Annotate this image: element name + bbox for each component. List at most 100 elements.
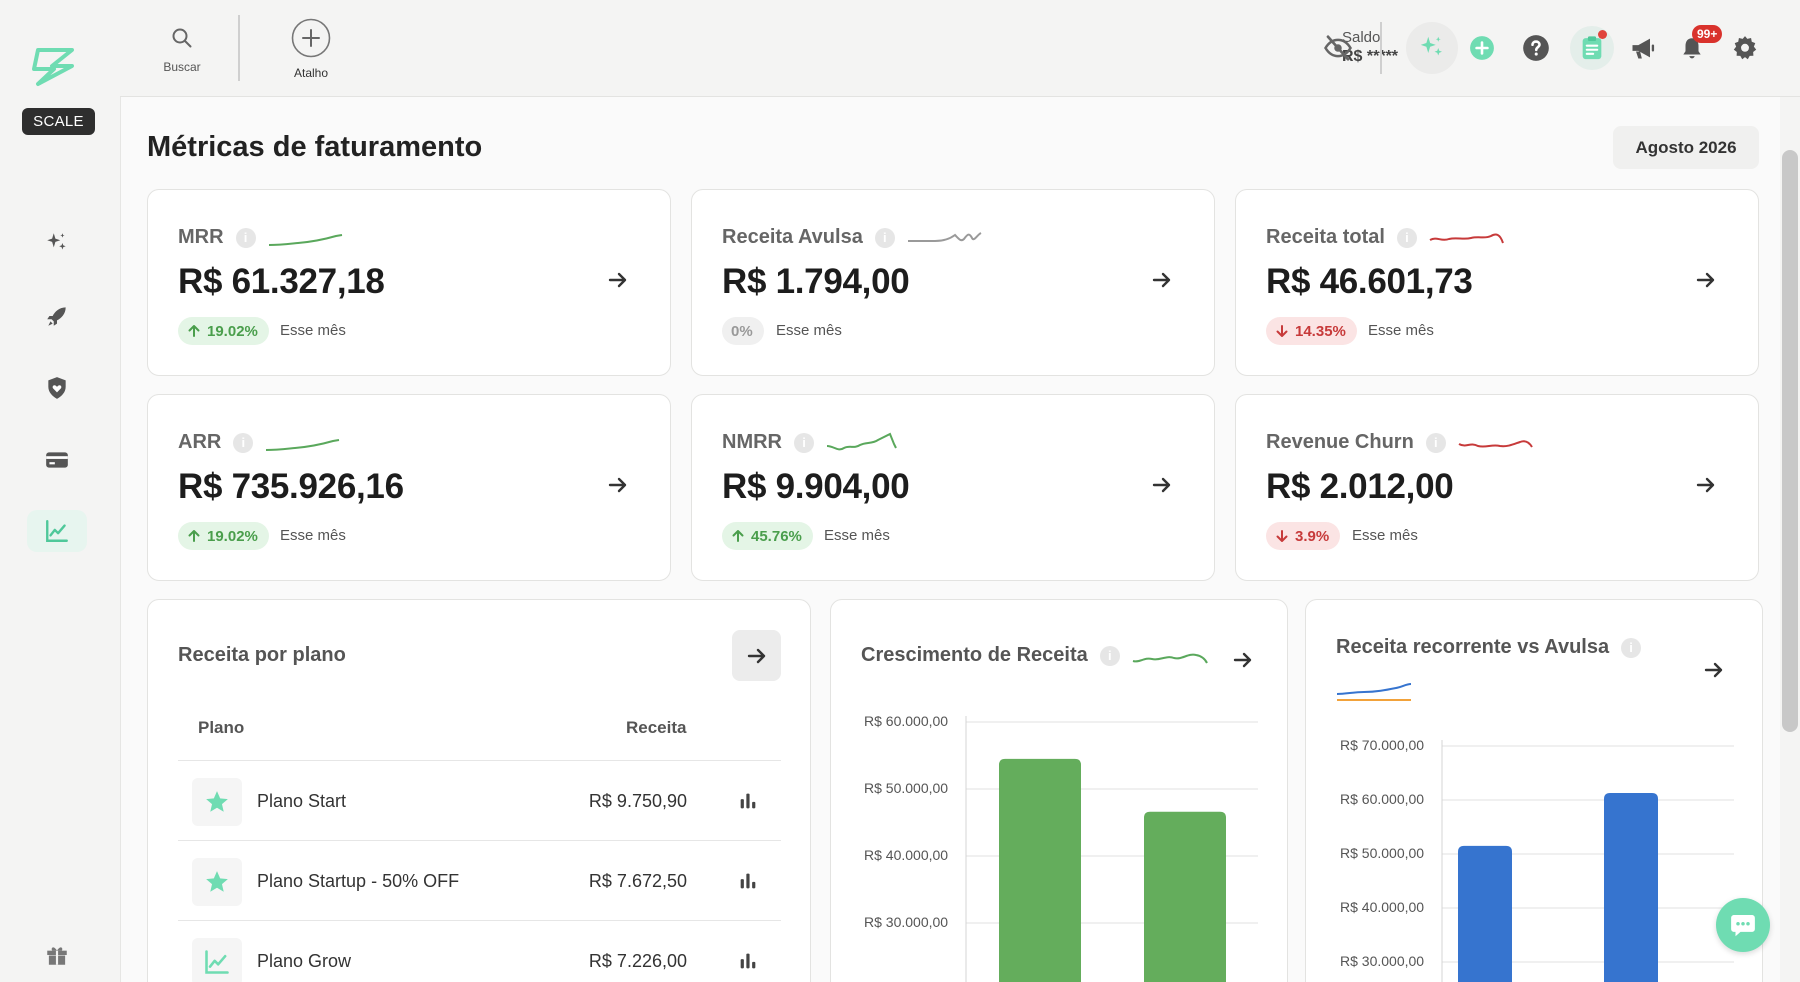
period-label: Esse mês <box>280 527 346 544</box>
arrow-right-icon[interactable] <box>1694 473 1718 497</box>
add-button[interactable] <box>1462 28 1502 68</box>
help-button[interactable] <box>1516 28 1556 68</box>
metric-card[interactable]: MRR i R$ 61.327,18 19.02% Esse mês <box>147 189 671 376</box>
page-title: Métricas de faturamento <box>147 131 483 163</box>
info-icon[interactable]: i <box>235 227 256 248</box>
plan-name: Plano Startup - 50% OFF <box>257 871 460 891</box>
revenue-growth-card: Crescimento de Receita i R$ 60.000,00 R$ … <box>830 599 1288 982</box>
arrow-down-icon <box>1276 530 1288 542</box>
arrow-right-icon[interactable] <box>606 473 630 497</box>
revenue-by-plan-title: Receita por plano <box>178 644 346 666</box>
sidebar-item-ai[interactable] <box>27 222 87 264</box>
help-icon <box>1523 35 1549 61</box>
chat-icon <box>1731 915 1755 937</box>
period-label: Esse mês <box>824 527 890 544</box>
tasks-button[interactable] <box>1570 26 1614 70</box>
main-content: Métricas de faturamento Agosto 2026 MRR … <box>120 97 1780 982</box>
plan-revenue: R$ 9.750,90 <box>588 791 687 811</box>
metric-value: R$ 46.601,73 <box>1266 262 1473 301</box>
metric-title-row: Receita Avulsa i <box>722 226 983 249</box>
gear-icon <box>1733 36 1757 60</box>
table-row[interactable]: Plano Start R$ 9.750,90 <box>178 760 781 840</box>
star-icon <box>206 791 228 812</box>
sidebar: SCALE <box>0 0 120 982</box>
plan-icon <box>192 778 242 826</box>
plan-revenue: R$ 7.226,00 <box>588 951 687 971</box>
change-badge: 14.35% <box>1266 317 1357 345</box>
arrow-down-icon <box>1276 325 1288 337</box>
sidebar-item-payments[interactable] <box>27 439 87 481</box>
col-revenue-header: Receita <box>626 718 687 737</box>
metric-title-row: Receita total i <box>1266 226 1505 249</box>
change-value: 45.76% <box>751 527 802 545</box>
chat-button[interactable] <box>1716 898 1770 952</box>
sparkles-icon <box>47 233 66 250</box>
plus-circle-icon <box>1470 36 1494 60</box>
metric-card[interactable]: ARR i R$ 735.926,16 19.02% Esse mês <box>147 394 671 581</box>
metric-title-row: MRR i <box>178 226 344 249</box>
shield-heart-icon <box>48 377 66 399</box>
recurring-vs-oneoff-card: Receita recorrente vs Avulsa i R$ 70.000… <box>1305 599 1763 982</box>
bar-chart-icon[interactable] <box>737 790 759 812</box>
bar[interactable] <box>999 758 1081 982</box>
metric-title-row: NMRR i <box>722 431 902 454</box>
sidebar-item-launch[interactable] <box>27 295 87 337</box>
arrow-right-icon[interactable] <box>606 268 630 292</box>
bar[interactable] <box>1144 811 1226 982</box>
notification-count: 99+ <box>1692 25 1723 43</box>
change-value: 3.9% <box>1295 527 1330 545</box>
period-label: Esse mês <box>776 322 842 339</box>
arrow-right-icon[interactable] <box>1694 268 1718 292</box>
logo-icon[interactable] <box>28 44 84 88</box>
metric-value: R$ 2.012,00 <box>1266 467 1454 506</box>
search-label: Buscar <box>163 60 201 74</box>
info-icon[interactable]: i <box>1396 227 1417 248</box>
bar[interactable] <box>1458 845 1512 982</box>
table-row[interactable]: Plano Startup - 50% OFF R$ 7.672,50 <box>178 840 781 920</box>
metric-card[interactable]: Receita total i R$ 46.601,73 14.35% Esse… <box>1235 189 1759 376</box>
notifications-button[interactable]: 99+ <box>1672 25 1723 68</box>
sidebar-item-gift[interactable] <box>27 934 87 976</box>
arrow-right-icon[interactable] <box>1150 268 1174 292</box>
chart-line-icon <box>205 950 229 974</box>
period-label: Esse mês <box>1352 527 1418 544</box>
info-icon[interactable]: i <box>1425 432 1446 453</box>
settings-button[interactable] <box>1725 28 1765 68</box>
plan-icon <box>192 858 242 906</box>
metric-card[interactable]: Revenue Churn i R$ 2.012,00 3.9% Esse mê… <box>1235 394 1759 581</box>
metric-card[interactable]: Receita Avulsa i R$ 1.794,00 0% Esse mês <box>691 189 1215 376</box>
arrow-right-icon[interactable] <box>1150 473 1174 497</box>
search-button[interactable]: Buscar <box>154 26 210 74</box>
sidebar-item-metrics[interactable] <box>27 510 87 552</box>
info-icon[interactable]: i <box>874 227 895 248</box>
metric-title-row: ARR i <box>178 431 341 454</box>
metric-title: Receita total <box>1266 226 1385 248</box>
month-selector[interactable]: Agosto 2026 <box>1613 126 1759 169</box>
sparkline <box>266 438 340 451</box>
bar-chart-icon[interactable] <box>737 950 759 972</box>
arrow-up-icon <box>188 325 200 337</box>
announcements-button[interactable] <box>1623 28 1663 68</box>
shortcut-button[interactable]: Atalho <box>286 18 336 80</box>
change-badge: 19.02% <box>178 522 269 550</box>
arrow-right-icon <box>747 648 765 663</box>
scrollbar[interactable] <box>1782 150 1798 732</box>
metric-card[interactable]: NMRR i R$ 9.904,00 45.76% Esse mês <box>691 394 1215 581</box>
bar-chart-icon[interactable] <box>737 870 759 892</box>
unread-dot <box>1598 30 1607 39</box>
table-row[interactable]: Plano Grow R$ 7.226,00 <box>178 920 781 982</box>
info-icon[interactable]: i <box>794 432 814 453</box>
col-plan-header: Plano <box>198 718 245 737</box>
sidebar-item-security[interactable] <box>27 367 87 409</box>
bar[interactable] <box>1604 792 1658 982</box>
ai-assistant-button[interactable] <box>1406 22 1458 74</box>
toggle-balance-button[interactable] <box>1318 28 1358 68</box>
plan-name: Plano Start <box>257 791 347 811</box>
metric-title: MRR <box>178 226 224 248</box>
sparkline <box>907 231 982 242</box>
arrow-up-icon <box>188 530 200 542</box>
revenue-growth-chart <box>965 716 1258 982</box>
revenue-by-plan-open-button[interactable] <box>732 630 781 681</box>
info-icon[interactable]: i <box>233 432 254 453</box>
star-icon <box>206 871 228 892</box>
